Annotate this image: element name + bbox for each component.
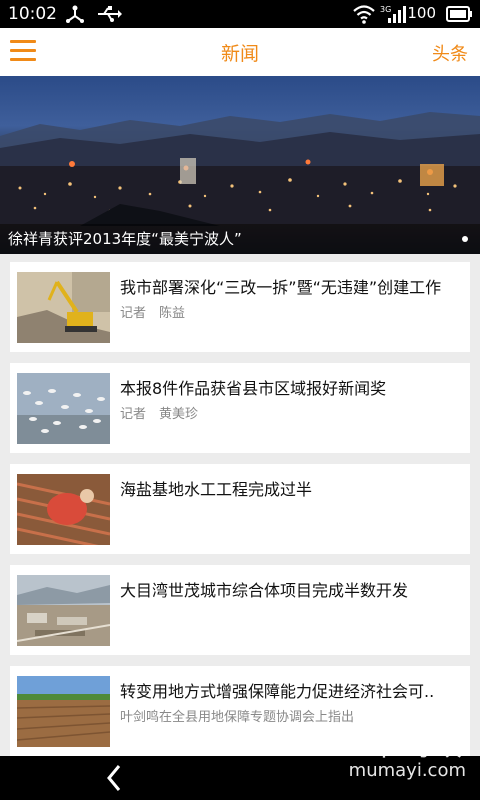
news-thumbnail-worker: [17, 474, 110, 545]
news-byline: 叶剑鸣在全县用地保障专题协调会上指出: [120, 710, 355, 725]
svg-text:3G: 3G: [380, 5, 391, 14]
battery-level: 100: [407, 4, 436, 22]
news-title: 海盐基地水工工程完成过半: [120, 480, 313, 499]
news-title: 本报8件作品获省县市区域报好新闻奖: [120, 379, 387, 398]
page-title: 新闻: [220, 43, 259, 65]
news-title: 大目湾世茂城市综合体项目完成半数开发: [120, 581, 409, 600]
news-thumbnail-birds: [17, 373, 110, 444]
news-item[interactable]: 我市部署深化“三改一拆”暨“无违建”创建工作 记者 陈益: [10, 262, 470, 352]
hero-caption-bar: 徐祥青获评2013年度“最美宁波人”: [0, 224, 480, 254]
status-time: 10:02: [8, 4, 57, 24]
usb-icon: [98, 6, 122, 22]
hero-caption: 徐祥青获评2013年度“最美宁波人”: [8, 230, 242, 248]
news-thumbnail-excavator: [17, 272, 110, 343]
news-list: 我市部署深化“三改一拆”暨“无违建”创建工作 记者 陈益 本报8件作品获省县市区…: [10, 262, 470, 767]
hero-banner[interactable]: 徐祥青获评2013年度“最美宁波人”: [0, 76, 480, 254]
headlines-link[interactable]: 头条: [432, 40, 468, 66]
wifi-icon: [353, 5, 375, 24]
news-item[interactable]: 大目湾世茂城市综合体项目完成半数开发: [10, 565, 470, 655]
signal-3g-icon: 3G: [380, 5, 406, 23]
news-thumbnail-farmland: [17, 676, 110, 747]
news-title: 我市部署深化“三改一拆”暨“无违建”创建工作: [120, 278, 442, 297]
watermark-logo: 木蚂蚁 mumayi.com: [349, 724, 466, 781]
news-item[interactable]: 本报8件作品获省县市区域报好新闻奖 记者 黄美珍: [10, 363, 470, 453]
usb-branch-icon: [66, 5, 84, 23]
news-thumbnail-aerial: [17, 575, 110, 646]
watermark-cn: 木蚂蚁: [369, 729, 466, 762]
news-byline: 记者 陈益: [120, 306, 186, 321]
news-byline: 记者 黄美珍: [120, 407, 199, 422]
battery-icon: [446, 6, 472, 22]
back-chevron-icon[interactable]: [104, 762, 124, 794]
news-item[interactable]: 海盐基地水工工程完成过半: [10, 464, 470, 554]
app-bar: 新闻 头条: [0, 28, 480, 77]
news-title: 转变用地方式增强保障能力促进经济社会可..: [120, 682, 435, 701]
watermark-en: mumayi.com: [348, 760, 466, 781]
carousel-indicator-dot[interactable]: [462, 236, 468, 242]
status-bar: 10:02 3G 100: [0, 0, 480, 28]
